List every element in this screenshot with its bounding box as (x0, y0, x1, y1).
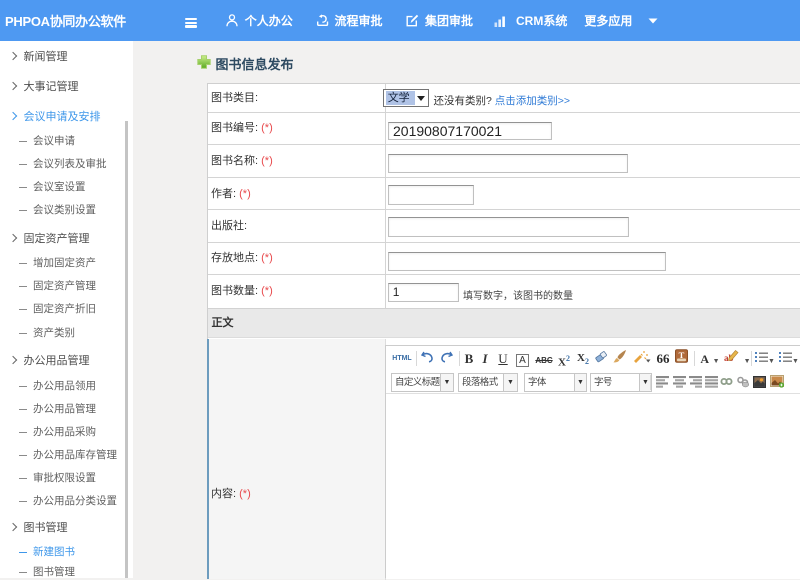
svg-text:T: T (678, 350, 684, 360)
